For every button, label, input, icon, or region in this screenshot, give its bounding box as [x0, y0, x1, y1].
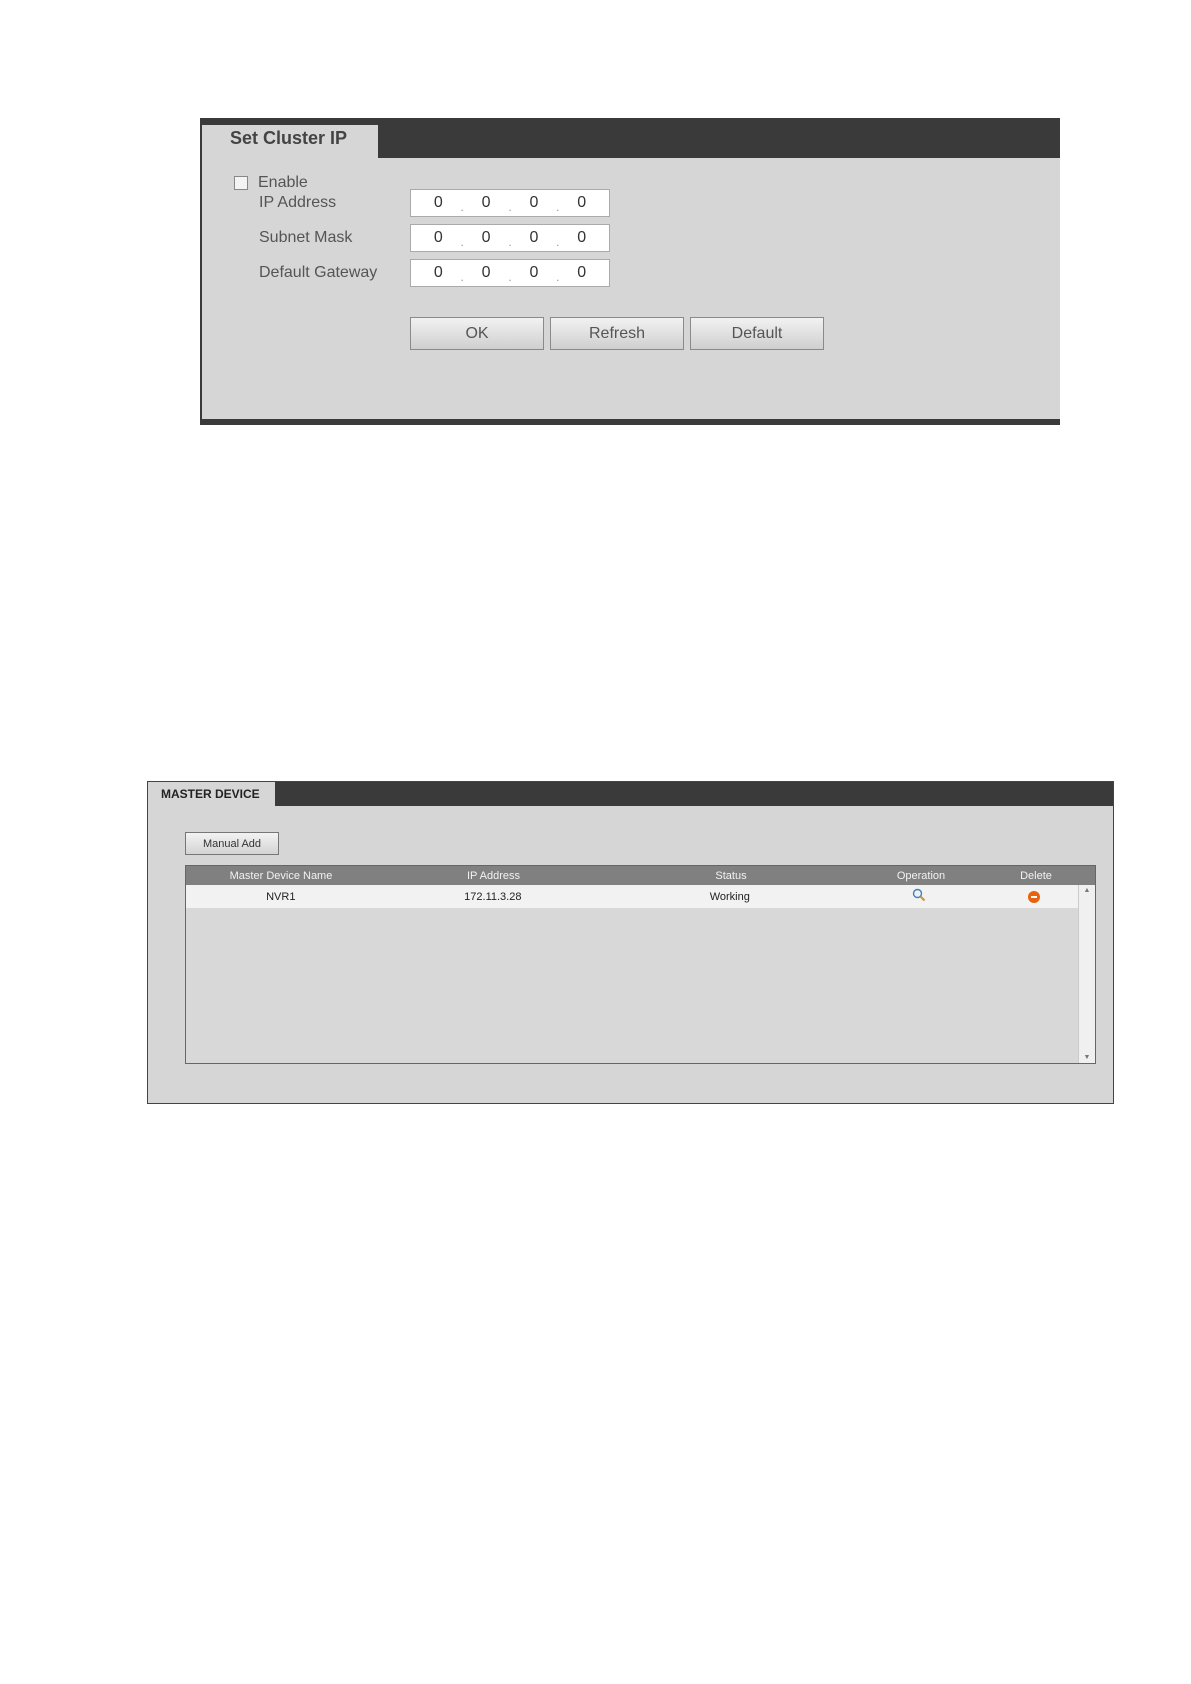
- button-row: OK Refresh Default: [410, 317, 824, 350]
- column-header-operation[interactable]: Operation: [851, 870, 991, 882]
- enable-checkbox[interactable]: [234, 176, 248, 190]
- subnet-mask-label: Subnet Mask: [259, 229, 353, 246]
- default-gateway-label: Default Gateway: [259, 264, 378, 281]
- ip-address-row: IP Address 0 . 0 . 0 . 0: [259, 189, 610, 217]
- scroll-up-icon[interactable]: ▲: [1079, 887, 1095, 894]
- ip-octet-2[interactable]: 0: [471, 194, 502, 212]
- tab-master-device[interactable]: MASTER DEVICE: [148, 782, 275, 806]
- gw-octet-1[interactable]: 0: [423, 264, 454, 282]
- delete-cell: [989, 887, 1079, 906]
- table-header: Master Device Name IP Address Status Ope…: [186, 866, 1095, 885]
- tab-set-cluster-ip[interactable]: Set Cluster IP: [202, 125, 378, 158]
- ip-octet-3[interactable]: 0: [519, 194, 550, 212]
- column-header-ip[interactable]: IP Address: [376, 870, 611, 882]
- panel-tab-bar: [148, 782, 1113, 806]
- default-gateway-field[interactable]: 0 . 0 . 0 . 0: [410, 259, 610, 287]
- ip-address-field[interactable]: 0 . 0 . 0 . 0: [410, 189, 610, 217]
- mask-octet-3[interactable]: 0: [519, 229, 550, 247]
- device-ip-cell: 172.11.3.28: [464, 890, 522, 903]
- ip-address-label: IP Address: [259, 194, 337, 211]
- subnet-mask-field[interactable]: 0 . 0 . 0 . 0: [410, 224, 610, 252]
- gw-octet-2[interactable]: 0: [471, 264, 502, 282]
- ok-button[interactable]: OK: [410, 317, 544, 350]
- delete-icon[interactable]: [1028, 891, 1041, 903]
- gw-octet-4[interactable]: 0: [566, 264, 597, 282]
- default-gateway-row: Default Gateway 0 . 0 . 0 . 0: [259, 259, 610, 287]
- default-button[interactable]: Default: [690, 317, 824, 350]
- scroll-down-icon[interactable]: ▼: [1079, 1054, 1095, 1061]
- mask-octet-4[interactable]: 0: [566, 229, 597, 247]
- device-status-cell: Working: [709, 890, 750, 903]
- table-scrollbar[interactable]: ▲ ▼: [1078, 885, 1095, 1063]
- master-device-table: Master Device Name IP Address Status Ope…: [185, 865, 1096, 1064]
- manual-add-button[interactable]: Manual Add: [185, 832, 279, 855]
- operation-cell: [850, 888, 990, 905]
- master-device-panel: MASTER DEVICE Manual Add Master Device N…: [147, 781, 1114, 1104]
- device-name-cell: NVR1: [266, 890, 296, 903]
- table-body: NVR1 172.11.3.28 Working: [186, 885, 1079, 1063]
- column-header-name[interactable]: Master Device Name: [186, 870, 376, 882]
- set-cluster-ip-panel: Set Cluster IP Enable IP Address 0 . 0 .…: [200, 118, 1060, 425]
- table-row[interactable]: NVR1 172.11.3.28 Working: [186, 885, 1079, 908]
- ip-octet-1[interactable]: 0: [423, 194, 454, 212]
- gw-octet-3[interactable]: 0: [519, 264, 550, 282]
- subnet-mask-row: Subnet Mask 0 . 0 . 0 . 0: [259, 224, 610, 252]
- mask-octet-2[interactable]: 0: [471, 229, 502, 247]
- mask-octet-1[interactable]: 0: [423, 229, 454, 247]
- column-header-status[interactable]: Status: [611, 870, 851, 882]
- column-header-delete[interactable]: Delete: [991, 870, 1081, 882]
- search-icon[interactable]: [912, 888, 926, 902]
- ip-octet-4[interactable]: 0: [566, 194, 597, 212]
- refresh-button[interactable]: Refresh: [550, 317, 684, 350]
